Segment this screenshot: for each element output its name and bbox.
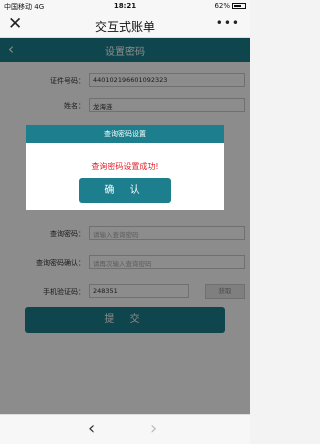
modal-overlay [0,38,250,414]
status-bar: 中国移动 4G 18:21 62% [0,0,250,12]
wechat-header: ✕ 交互式账单 ••• [0,12,250,38]
more-icon[interactable]: ••• [216,16,240,30]
dialog-message: 查询密码设置成功! [91,162,159,171]
success-dialog: 查询密码设置 查询密码设置成功! 确 认 [26,125,224,210]
dialog-title: 查询密码设置 [26,125,224,143]
page-title: 交互式账单 [94,20,155,34]
back-arrow-icon[interactable]: ‹ [88,419,95,439]
confirm-button[interactable]: 确 认 [79,178,171,203]
battery-icon [232,3,246,9]
bottom-nav: ‹ › [0,414,250,444]
battery-indicator: 62% [214,2,246,10]
clock-text: 18:21 [113,2,137,10]
forward-arrow-icon[interactable]: › [150,419,157,439]
